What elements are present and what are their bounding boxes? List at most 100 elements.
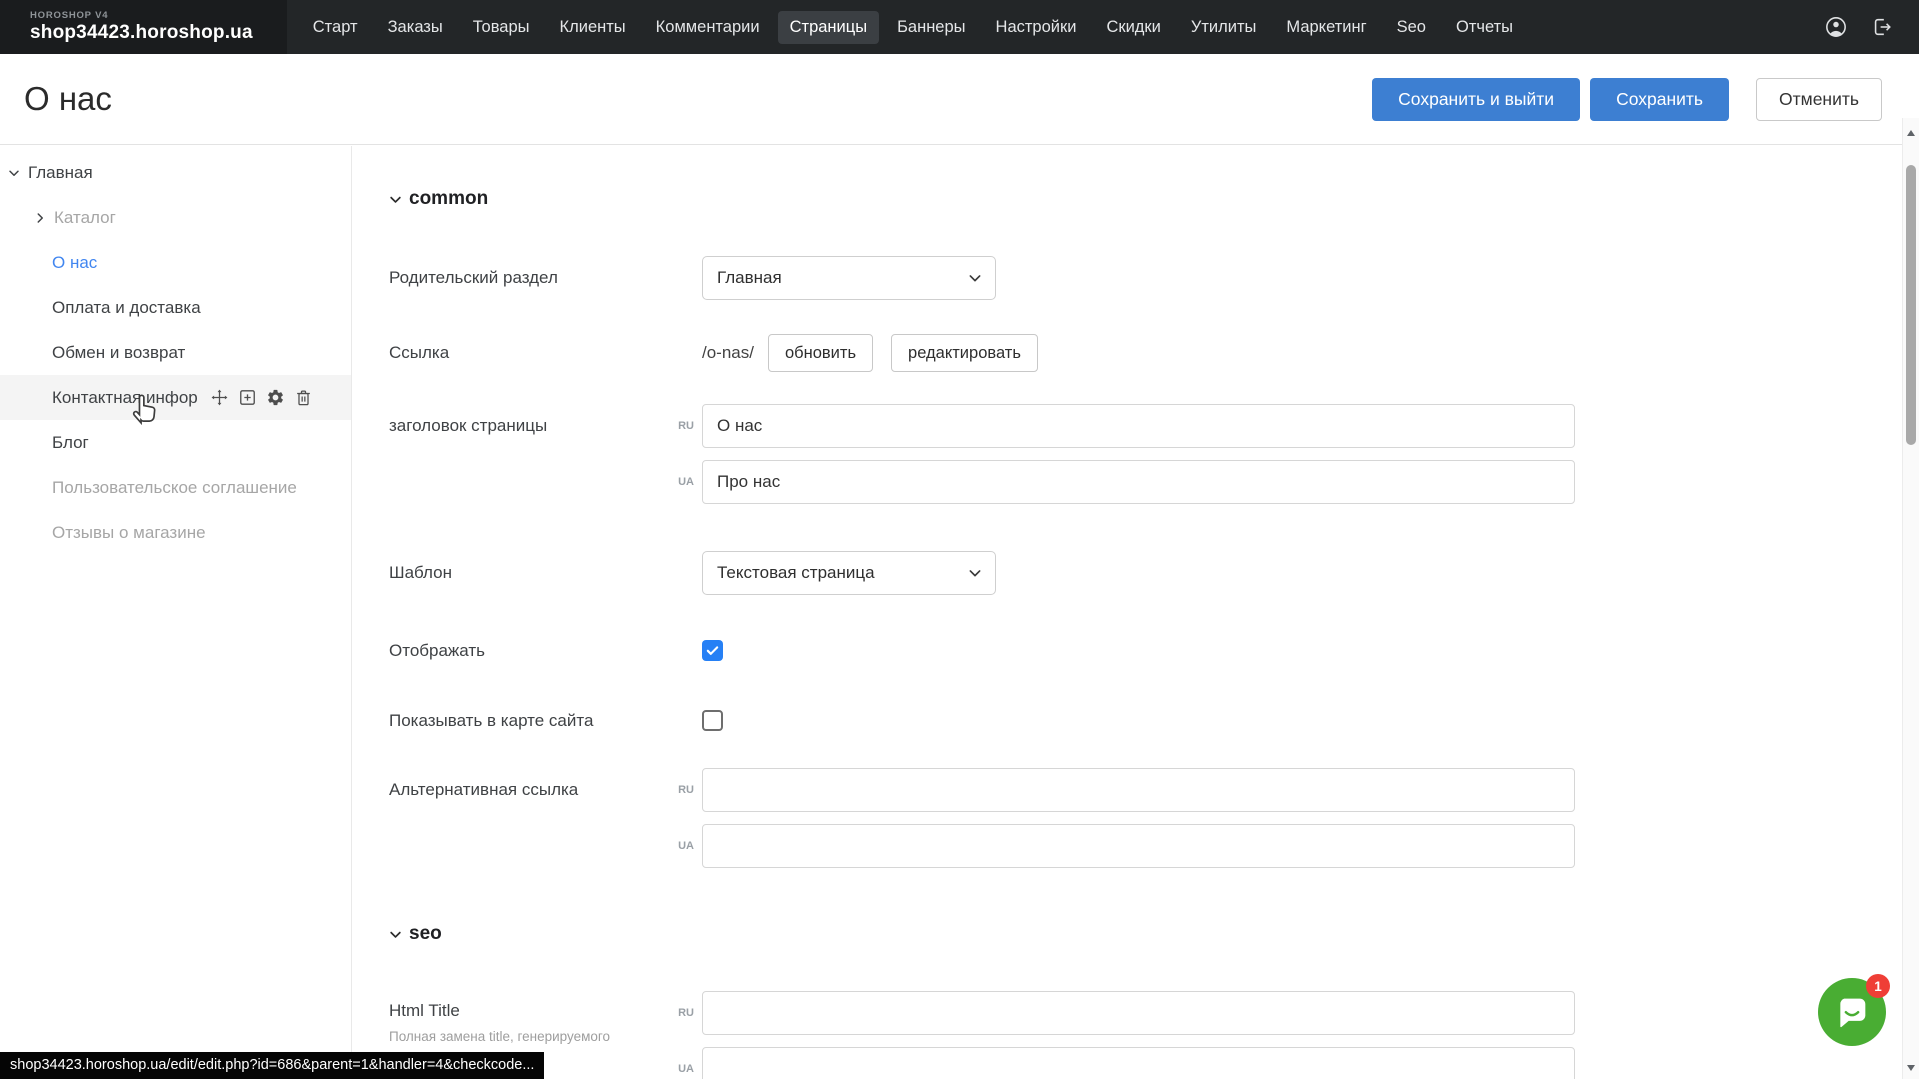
nav-item-reports[interactable]: Отчеты bbox=[1444, 11, 1525, 44]
tree-row-actions bbox=[210, 388, 313, 407]
check-icon bbox=[705, 643, 720, 658]
nav-item-marketing[interactable]: Маркетинг bbox=[1274, 11, 1378, 44]
sidebar-item-polzovatelskoe-soglashenie[interactable]: Пользовательское соглашение bbox=[0, 465, 351, 510]
section-common[interactable]: common bbox=[389, 188, 1902, 210]
logout-icon[interactable] bbox=[1871, 16, 1893, 38]
pages-tree-sidebar: Главная Каталог О нас Оплата и доставка … bbox=[0, 146, 352, 1079]
delete-icon[interactable] bbox=[294, 388, 313, 407]
settings-icon[interactable] bbox=[266, 388, 285, 407]
scrollbar-thumb[interactable] bbox=[1906, 165, 1916, 445]
nav-item-utilities[interactable]: Утилиты bbox=[1179, 11, 1269, 44]
header-actions: Сохранить и выйти Сохранить Отменить bbox=[1372, 78, 1882, 121]
lang-ua-badge: UA bbox=[662, 1063, 694, 1075]
sidebar-item-label: Блог bbox=[52, 433, 89, 453]
brand[interactable]: HOROSHOP V4 shop34423.horoshop.ua bbox=[0, 0, 287, 54]
sidebar-item-label: О нас bbox=[52, 253, 97, 273]
alt-link-ru-input[interactable] bbox=[702, 768, 1575, 812]
add-icon[interactable] bbox=[238, 388, 257, 407]
sidebar-item-label: Отзывы о магазине bbox=[52, 523, 206, 543]
nav-item-products[interactable]: Товары bbox=[461, 11, 542, 44]
sidebar-item-obmen-i-vozvrat[interactable]: Обмен и возврат bbox=[0, 330, 351, 375]
field-label: заголовок страницы bbox=[389, 404, 662, 436]
sidebar-item-o-nas[interactable]: О нас bbox=[0, 240, 351, 285]
save-button[interactable]: Сохранить bbox=[1590, 78, 1729, 121]
save-and-exit-button[interactable]: Сохранить и выйти bbox=[1372, 78, 1580, 121]
sidebar-item-kontaktnaya-informatsiya[interactable]: Контактная инфор bbox=[0, 375, 351, 420]
field-html-title: Html Title Полная замена title, генериру… bbox=[389, 991, 1902, 1079]
status-url-bar: shop34423.horoshop.ua/edit/edit.php?id=6… bbox=[0, 1052, 544, 1079]
chat-launcher-button[interactable]: 1 bbox=[1818, 978, 1886, 1046]
chevron-down-icon bbox=[8, 167, 20, 179]
field-label: Показывать в карте сайта bbox=[389, 711, 662, 731]
sidebar-item-katalog[interactable]: Каталог bbox=[0, 195, 351, 240]
field-label: Шаблон bbox=[389, 563, 662, 583]
cancel-button[interactable]: Отменить bbox=[1756, 78, 1882, 121]
nav-item-clients[interactable]: Клиенты bbox=[548, 11, 638, 44]
field-parent-section: Родительский раздел Главная bbox=[389, 256, 1902, 300]
status-url-text: shop34423.horoshop.ua/edit/edit.php?id=6… bbox=[10, 1057, 534, 1073]
field-label: Html Title bbox=[389, 1001, 662, 1021]
html-title-ru-input[interactable] bbox=[702, 991, 1575, 1035]
sidebar-item-label: Оплата и доставка bbox=[52, 298, 201, 318]
link-refresh-button[interactable]: обновить bbox=[768, 334, 873, 372]
chevron-down-icon bbox=[389, 193, 402, 206]
field-alt-link: Альтернативная ссылка RU UA bbox=[389, 768, 1902, 868]
brand-version-label: HOROSHOP V4 bbox=[30, 10, 253, 21]
section-label: common bbox=[409, 188, 488, 210]
link-edit-button[interactable]: редактировать bbox=[891, 334, 1038, 372]
selected-value: Текстовая страница bbox=[717, 563, 875, 583]
lang-ua-badge: UA bbox=[662, 476, 694, 488]
nav-item-comments[interactable]: Комментарии bbox=[644, 11, 772, 44]
brand-domain: shop34423.horoshop.ua bbox=[30, 22, 253, 44]
lang-ru-badge: RU bbox=[662, 784, 694, 796]
link-path-value: /o-nas/ bbox=[702, 343, 754, 363]
display-checkbox[interactable] bbox=[702, 640, 723, 661]
html-title-ua-input[interactable] bbox=[702, 1047, 1575, 1079]
sidebar-item-oplata-i-dostavka[interactable]: Оплата и доставка bbox=[0, 285, 351, 330]
parent-section-select[interactable]: Главная bbox=[702, 256, 996, 300]
field-template: Шаблон Текстовая страница bbox=[389, 551, 1902, 595]
nav-item-banners[interactable]: Баннеры bbox=[885, 11, 977, 44]
page-header: О нас Сохранить и выйти Сохранить Отмени… bbox=[0, 54, 1919, 145]
nav-item-seo[interactable]: Seo bbox=[1385, 11, 1438, 44]
field-label: Альтернативная ссылка bbox=[389, 768, 662, 800]
scroll-up-arrow[interactable] bbox=[1907, 130, 1915, 136]
lang-ru-badge: RU bbox=[662, 1007, 694, 1019]
scroll-down-arrow[interactable] bbox=[1907, 1065, 1915, 1071]
field-label: Отображать bbox=[389, 641, 662, 661]
field-display: Отображать bbox=[389, 640, 1902, 661]
sidebar-item-glavnaya[interactable]: Главная bbox=[0, 150, 351, 195]
chevron-down-icon bbox=[389, 928, 402, 941]
sidebar-item-label: Главная bbox=[28, 163, 93, 183]
page-title-ua-input[interactable] bbox=[702, 460, 1575, 504]
section-label: seo bbox=[409, 923, 442, 945]
topbar: HOROSHOP V4 shop34423.horoshop.ua Старт … bbox=[0, 0, 1919, 54]
field-sitemap: Показывать в карте сайта bbox=[389, 710, 1902, 731]
nav-item-start[interactable]: Старт bbox=[301, 11, 370, 44]
field-link: Ссылка /o-nas/ обновить редактировать bbox=[389, 334, 1902, 372]
alt-link-ua-input[interactable] bbox=[702, 824, 1575, 868]
template-select[interactable]: Текстовая страница bbox=[702, 551, 996, 595]
nav-item-orders[interactable]: Заказы bbox=[376, 11, 455, 44]
chevron-down-icon bbox=[968, 566, 982, 580]
main-nav: Старт Заказы Товары Клиенты Комментарии … bbox=[301, 11, 1525, 44]
vertical-scrollbar[interactable] bbox=[1902, 118, 1919, 1079]
sidebar-item-blog[interactable]: Блог bbox=[0, 420, 351, 465]
section-seo[interactable]: seo bbox=[389, 923, 1902, 945]
sidebar-item-label: Обмен и возврат bbox=[52, 343, 185, 363]
account-icon[interactable] bbox=[1825, 16, 1847, 38]
nav-item-discounts[interactable]: Скидки bbox=[1094, 11, 1172, 44]
sitemap-checkbox[interactable] bbox=[702, 710, 723, 731]
move-icon[interactable] bbox=[210, 388, 229, 407]
sidebar-item-otzyvy-o-magazine[interactable]: Отзывы о магазине bbox=[0, 510, 351, 555]
sidebar-item-label: Пользовательское соглашение bbox=[52, 478, 297, 498]
chat-unread-badge: 1 bbox=[1866, 974, 1890, 998]
page-edit-form: common Родительский раздел Главная Ссылк… bbox=[353, 146, 1902, 1079]
page-title-ru-input[interactable] bbox=[702, 404, 1575, 448]
chevron-right-icon bbox=[34, 212, 46, 224]
field-label: Родительский раздел bbox=[389, 268, 662, 288]
selected-value: Главная bbox=[717, 268, 782, 288]
nav-item-pages[interactable]: Страницы bbox=[778, 11, 879, 44]
nav-item-settings[interactable]: Настройки bbox=[984, 11, 1089, 44]
page-title: О нас bbox=[24, 80, 112, 118]
